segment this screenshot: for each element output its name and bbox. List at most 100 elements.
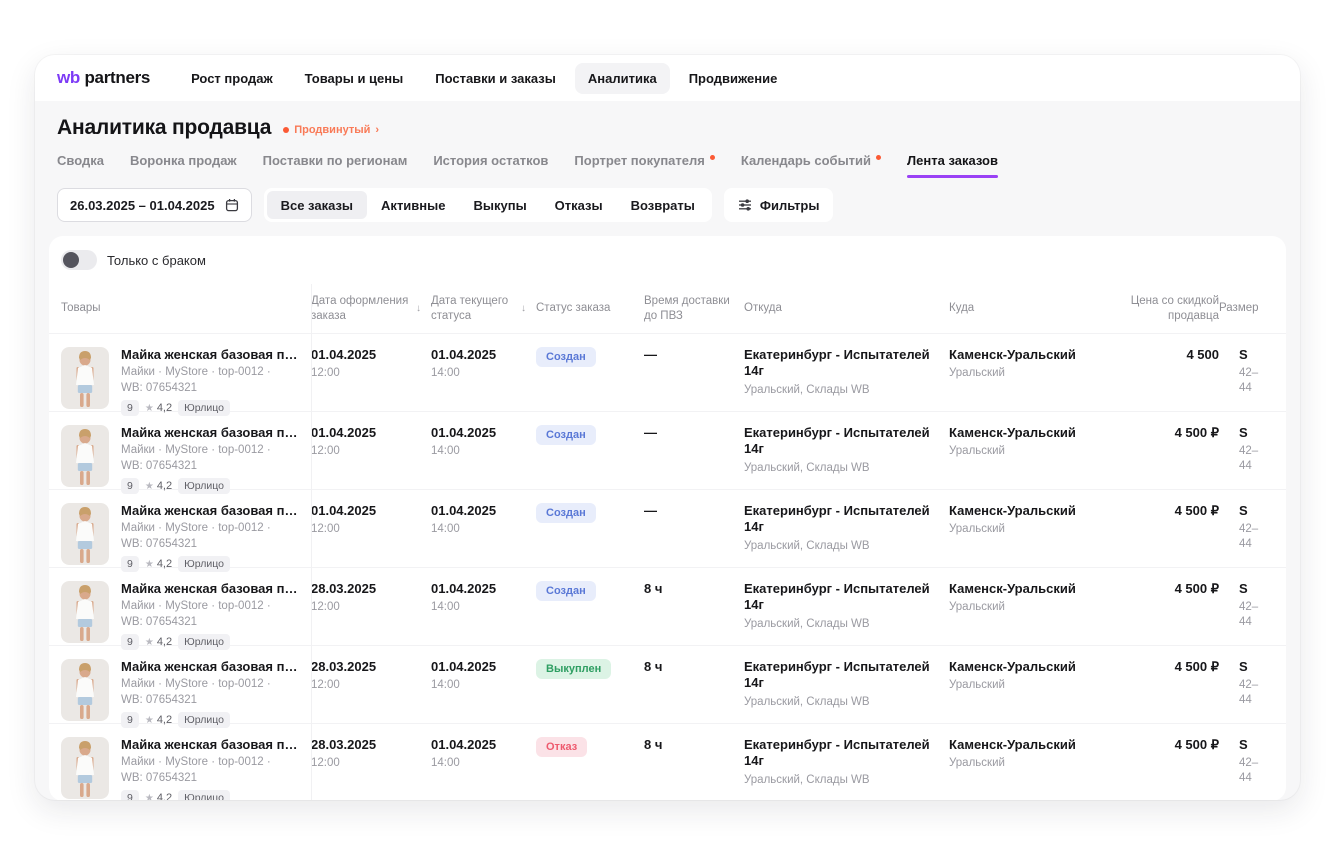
status-date-cell: 01.04.2025 14:00 xyxy=(431,503,536,537)
order-row[interactable]: Майка женская базовая под пи… Майки · My… xyxy=(49,567,1286,645)
star-icon: ★ xyxy=(145,403,154,414)
origin: Екатеринбург - Испытателей 14г xyxy=(744,503,937,536)
size-value: S xyxy=(1239,659,1270,675)
tab[interactable]: История остатков xyxy=(433,153,548,180)
product-image xyxy=(61,581,109,643)
segment-button[interactable]: Отказы xyxy=(541,191,617,219)
order-row[interactable]: Майка женская базовая под пи… Майки · My… xyxy=(49,333,1286,411)
product-rating: ★4,2 xyxy=(145,792,172,800)
product-chips: 9 ★4,2 Юрлицо xyxy=(121,634,299,650)
plan-badge-label: Продвинутый xyxy=(294,124,370,136)
order-time: 12:00 xyxy=(311,678,419,693)
segment-button[interactable]: Все заказы xyxy=(267,191,367,219)
title-row: Аналитика продавца Продвинутый › xyxy=(57,116,1278,140)
product-wb-number: WB: 07654321 xyxy=(121,693,299,707)
order-status-badge: Создан xyxy=(536,347,596,367)
order-row[interactable]: Майка женская базовая под пи… Майки · My… xyxy=(49,723,1286,800)
delivery-time: — xyxy=(644,347,732,363)
delivery-time-cell: — xyxy=(644,503,744,519)
menu-item[interactable]: Товары и цены xyxy=(292,63,417,94)
star-icon: ★ xyxy=(145,559,154,570)
date-range-picker[interactable]: 26.03.2025 – 01.04.2025 xyxy=(57,188,252,222)
product-info: Майка женская базовая под пи… Майки · My… xyxy=(121,503,299,572)
column-header-label: Статус заказа xyxy=(536,301,610,316)
menu-item[interactable]: Поставки и заказы xyxy=(422,63,569,94)
origin-region: Уральский, Склады WB xyxy=(744,461,937,476)
product-image xyxy=(61,737,109,799)
status-cell: Создан xyxy=(536,425,644,445)
destination-cell: Каменск-Уральский Уральский xyxy=(949,503,1109,537)
menu-item[interactable]: Аналитика xyxy=(575,63,670,94)
product-chips: 9 ★4,2 Юрлицо xyxy=(121,790,299,800)
tab[interactable]: Календарь событий xyxy=(741,153,881,180)
destination-region: Уральский xyxy=(949,522,1097,537)
plan-badge[interactable]: Продвинутый › xyxy=(283,124,379,136)
entity-chip: Юрлицо xyxy=(178,790,230,800)
sort-desc-icon[interactable]: ↓ xyxy=(521,302,526,315)
product-cell: Майка женская базовая под пи… Майки · My… xyxy=(61,425,311,494)
sort-desc-icon[interactable]: ↓ xyxy=(416,302,421,315)
tab[interactable]: Портрет покупателя xyxy=(574,153,714,180)
price-cell: 4 500 ₽ xyxy=(1109,503,1219,519)
status-time: 14:00 xyxy=(431,444,524,459)
status-cell: Создан xyxy=(536,581,644,601)
status-date: 01.04.2025 xyxy=(431,425,524,441)
order-date-cell: 01.04.2025 12:00 xyxy=(311,425,431,459)
destination-region: Уральский xyxy=(949,444,1097,459)
destination: Каменск-Уральский xyxy=(949,347,1097,363)
delivery-time: 8 ч xyxy=(644,581,732,597)
destination: Каменск-Уральский xyxy=(949,737,1097,753)
segment-button[interactable]: Выкупы xyxy=(459,191,540,219)
tab[interactable]: Лента заказов xyxy=(907,153,998,180)
qty-chip: 9 xyxy=(121,556,139,572)
order-date: 01.04.2025 xyxy=(311,503,419,519)
origin-cell: Екатеринбург - Испытателей 14г Уральский… xyxy=(744,659,949,709)
status-cell: Отказ xyxy=(536,737,644,757)
defect-only-toggle[interactable] xyxy=(61,250,97,270)
product-cell: Майка женская базовая под пи… Майки · My… xyxy=(61,581,311,650)
column-header-label: Размер xyxy=(1219,301,1259,316)
size-cell: S 42–44 xyxy=(1219,737,1270,786)
product-info: Майка женская базовая под пи… Майки · My… xyxy=(121,347,299,416)
orders-table-card: Только с браком Товары Дата оформления з… xyxy=(49,236,1286,800)
column-header-label: Дата оформления заказа xyxy=(311,294,412,324)
product-rating: ★4,2 xyxy=(145,558,172,570)
entity-chip: Юрлицо xyxy=(178,400,230,416)
order-type-segments: Все заказы Активные Выкупы Отказы Возвра… xyxy=(264,188,712,222)
menu-item[interactable]: Продвижение xyxy=(676,63,791,94)
segment-button[interactable]: Возвраты xyxy=(617,191,709,219)
status-date: 01.04.2025 xyxy=(431,737,524,753)
menu-item[interactable]: Рост продаж xyxy=(178,63,286,94)
order-status-badge: Создан xyxy=(536,425,596,445)
filters-button[interactable]: Фильтры xyxy=(724,188,834,222)
column-header-label: Дата текущего статуса xyxy=(431,294,517,324)
tab[interactable]: Воронка продаж xyxy=(130,153,237,180)
destination: Каменск-Уральский xyxy=(949,503,1097,519)
product-cell: Майка женская базовая под пи… Майки · My… xyxy=(61,503,311,572)
size-value: S xyxy=(1239,581,1270,597)
product-subtitle: Майки · MyStore · top-0012 · xyxy=(121,599,299,613)
order-status-badge: Отказ xyxy=(536,737,587,757)
order-row[interactable]: Майка женская базовая под пи… Майки · My… xyxy=(49,411,1286,489)
order-row[interactable]: Майка женская базовая под пи… Майки · My… xyxy=(49,489,1286,567)
order-time: 12:00 xyxy=(311,600,419,615)
column-header: Куда xyxy=(949,301,1109,316)
product-title: Майка женская базовая под пи… xyxy=(121,737,299,753)
segment-button[interactable]: Активные xyxy=(367,191,459,219)
orders-table-body: Майка женская базовая под пи… Майки · My… xyxy=(49,333,1286,800)
product-title: Майка женская базовая под пи… xyxy=(121,581,299,597)
page-title: Аналитика продавца xyxy=(57,116,271,140)
destination-cell: Каменск-Уральский Уральский xyxy=(949,581,1109,615)
tab-label: Воронка продаж xyxy=(130,153,237,168)
order-date-cell: 01.04.2025 12:00 xyxy=(311,347,431,381)
top-nav: wb partners Рост продаж Товары и цены По… xyxy=(35,55,1300,101)
tab[interactable]: Поставки по регионам xyxy=(263,153,408,180)
entity-chip: Юрлицо xyxy=(178,634,230,650)
status-cell: Создан xyxy=(536,503,644,523)
origin-region: Уральский, Склады WB xyxy=(744,617,937,632)
tab[interactable]: Сводка xyxy=(57,153,104,180)
order-row[interactable]: Майка женская базовая под пи… Майки · My… xyxy=(49,645,1286,723)
price-value: 4 500 ₽ xyxy=(1109,503,1219,519)
origin: Екатеринбург - Испытателей 14г xyxy=(744,347,937,380)
rating-value: 4,2 xyxy=(157,714,172,726)
